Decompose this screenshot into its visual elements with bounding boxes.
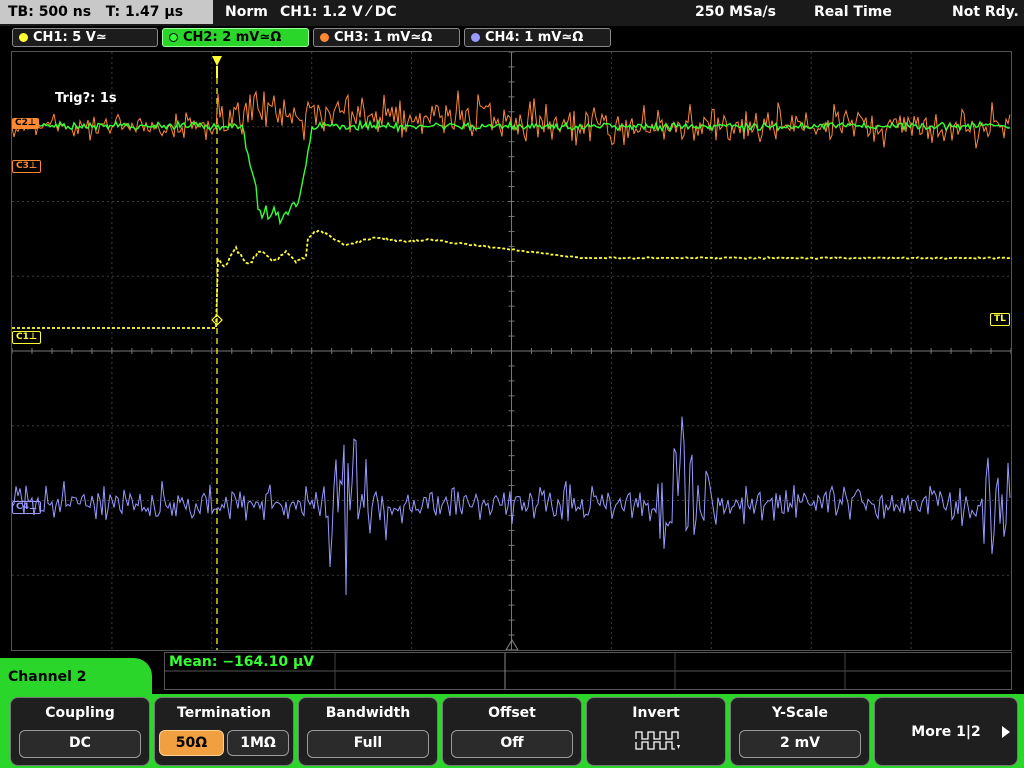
trigger-position-icon[interactable] — [212, 56, 222, 66]
tab-ch4-label: CH4: 1 mV≃Ω — [485, 30, 584, 45]
more-label: More 1|2 — [911, 724, 981, 740]
tab-ch1[interactable]: CH1: 5 V≃ — [12, 28, 158, 47]
y-scale-value: 2 mV — [739, 730, 861, 758]
tab-ch4[interactable]: CH4: 1 mV≃Ω — [464, 28, 611, 47]
offset-button[interactable]: Offset Off — [442, 697, 582, 766]
more-button[interactable]: More 1|2 — [874, 697, 1018, 766]
acquisition-status: Norm CH1: 1.2 V ⁄ DC 250 MSa/s Real Time… — [220, 0, 1020, 24]
tab-ch2-label: CH2: 2 mV≃Ω — [183, 30, 282, 45]
invert-title: Invert — [632, 705, 680, 721]
tab-ch1-label: CH1: 5 V≃ — [33, 30, 107, 45]
graticule — [12, 52, 1011, 650]
trigger-level-marker[interactable]: TL — [990, 313, 1010, 326]
trigger-mode[interactable]: Norm — [225, 0, 268, 24]
ch3-dot-icon — [320, 33, 329, 42]
ch2-dot-icon — [169, 33, 178, 42]
timebase-box[interactable]: TB: 500 ns T: 1.47 µs — [0, 0, 213, 24]
invert-waveform-icon — [635, 731, 680, 750]
mean-measurement: Mean: −164.10 µV — [169, 654, 315, 670]
acquisition-mode: Real Time — [814, 4, 892, 20]
tab-ch3-label: CH3: 1 mV≃Ω — [334, 30, 433, 45]
trigger-source[interactable]: CH1: 1.2 V ⁄ DC — [280, 0, 397, 24]
timebase-value: TB: 500 ns — [8, 4, 92, 20]
termination-1mohm-option[interactable]: 1MΩ — [227, 730, 289, 756]
trigger-status: Trig?: 1s — [55, 91, 117, 106]
bandwidth-button[interactable]: Bandwidth Full — [298, 697, 438, 766]
ready-state: Not Rdy. — [952, 4, 1019, 20]
trigger-time-value: T: 1.47 µs — [105, 4, 184, 20]
y-scale-button[interactable]: Y-Scale 2 mV — [730, 697, 870, 766]
tab-ch2[interactable]: CH2: 2 mV≃Ω — [162, 28, 309, 47]
bandwidth-title: Bandwidth — [325, 705, 411, 721]
tab-ch3[interactable]: CH3: 1 mV≃Ω — [313, 28, 460, 47]
waveform-canvas — [12, 52, 1011, 650]
coupling-value: DC — [19, 730, 141, 758]
termination-title: Termination — [177, 705, 271, 721]
coupling-title: Coupling — [45, 705, 115, 721]
bandwidth-value: Full — [307, 730, 429, 758]
trigger-stem-icon — [216, 66, 218, 78]
ch4-offset-marker[interactable]: C4⊥ — [12, 501, 42, 514]
ch2-offset-marker[interactable]: C2⊥ — [12, 118, 40, 129]
menu-title: Channel 2 — [0, 658, 152, 702]
invert-button[interactable]: Invert — [586, 697, 726, 766]
ch1-offset-marker[interactable]: C1⊥ — [12, 331, 42, 344]
termination-50ohm-option[interactable]: 50Ω — [159, 730, 224, 756]
waveform-display[interactable]: Trig?: 1s C2⊥ C3⊥ C1⊥ C4⊥ TL — [11, 51, 1012, 651]
coupling-button[interactable]: Coupling DC — [10, 697, 150, 766]
chevron-right-icon — [1002, 726, 1010, 738]
sample-rate: 250 MSa/s — [695, 4, 777, 20]
y-scale-title: Y-Scale — [771, 705, 828, 721]
ch3-offset-marker[interactable]: C3⊥ — [12, 160, 42, 173]
termination-button[interactable]: Termination 50Ω 1MΩ — [154, 697, 294, 766]
offset-value: Off — [451, 730, 573, 758]
offset-title: Offset — [488, 705, 536, 721]
ch4-dot-icon — [471, 33, 480, 42]
ch1-dot-icon — [19, 33, 28, 42]
